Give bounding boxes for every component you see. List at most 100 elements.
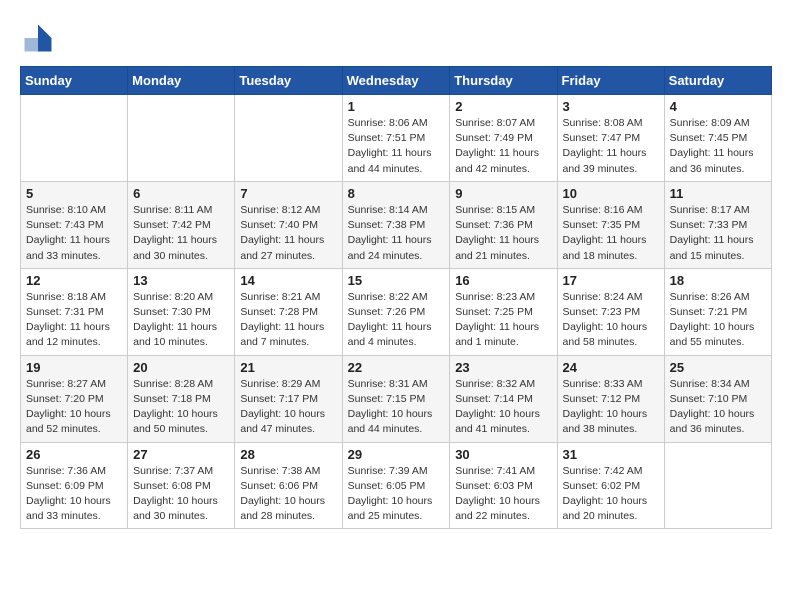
day-info: Sunrise: 8:32 AM Sunset: 7:14 PM Dayligh…: [455, 377, 551, 438]
day-cell: 25 Sunrise: 8:34 AM Sunset: 7:10 PM Dayli…: [664, 355, 771, 442]
week-row-1: 5 Sunrise: 8:10 AM Sunset: 7:43 PM Daylig…: [21, 181, 772, 268]
day-info: Sunrise: 8:28 AM Sunset: 7:18 PM Dayligh…: [133, 377, 229, 438]
day-cell: [128, 95, 235, 182]
day-info: Sunrise: 8:07 AM Sunset: 7:49 PM Dayligh…: [455, 116, 551, 177]
day-info: Sunrise: 8:16 AM Sunset: 7:35 PM Dayligh…: [563, 203, 659, 264]
day-cell: 30 Sunrise: 7:41 AM Sunset: 6:03 PM Dayli…: [450, 442, 557, 529]
day-info: Sunrise: 7:37 AM Sunset: 6:08 PM Dayligh…: [133, 464, 229, 525]
calendar-header: SundayMondayTuesdayWednesdayThursdayFrid…: [21, 67, 772, 95]
day-cell: 21Sunrise: 8:29 AM Sunset: 7:17 PM Dayli…: [235, 355, 342, 442]
calendar-body: 1 Sunrise: 8:06 AM Sunset: 7:51 PM Daylig…: [21, 95, 772, 529]
week-row-0: 1 Sunrise: 8:06 AM Sunset: 7:51 PM Daylig…: [21, 95, 772, 182]
day-cell: [235, 95, 342, 182]
logo: [20, 20, 60, 56]
day-number: 7: [240, 186, 336, 201]
day-info: Sunrise: 7:41 AM Sunset: 6:03 PM Dayligh…: [455, 464, 551, 525]
day-cell: 12Sunrise: 8:18 AM Sunset: 7:31 PM Dayli…: [21, 268, 128, 355]
day-cell: [664, 442, 771, 529]
day-cell: 2 Sunrise: 8:07 AM Sunset: 7:49 PM Daylig…: [450, 95, 557, 182]
day-number: 24: [563, 360, 659, 375]
day-number: 27: [133, 447, 229, 462]
day-cell: 20 Sunrise: 8:28 AM Sunset: 7:18 PM Dayli…: [128, 355, 235, 442]
week-row-2: 12Sunrise: 8:18 AM Sunset: 7:31 PM Dayli…: [21, 268, 772, 355]
day-info: Sunrise: 8:26 AM Sunset: 7:21 PM Dayligh…: [670, 290, 766, 351]
day-cell: 22Sunrise: 8:31 AM Sunset: 7:15 PM Dayli…: [342, 355, 450, 442]
day-cell: 17 Sunrise: 8:24 AM Sunset: 7:23 PM Dayli…: [557, 268, 664, 355]
day-info: Sunrise: 8:27 AM Sunset: 7:20 PM Dayligh…: [26, 377, 122, 438]
day-number: 2: [455, 99, 551, 114]
day-info: Sunrise: 8:21 AM Sunset: 7:28 PM Dayligh…: [240, 290, 336, 351]
day-info: Sunrise: 8:08 AM Sunset: 7:47 PM Dayligh…: [563, 116, 659, 177]
day-info: Sunrise: 8:20 AM Sunset: 7:30 PM Dayligh…: [133, 290, 229, 351]
day-cell: 8 Sunrise: 8:14 AM Sunset: 7:38 PM Daylig…: [342, 181, 450, 268]
header-thursday: Thursday: [450, 67, 557, 95]
day-cell: 7Sunrise: 8:12 AM Sunset: 7:40 PM Daylig…: [235, 181, 342, 268]
day-cell: 13 Sunrise: 8:20 AM Sunset: 7:30 PM Dayli…: [128, 268, 235, 355]
day-info: Sunrise: 8:11 AM Sunset: 7:42 PM Dayligh…: [133, 203, 229, 264]
day-number: 19: [26, 360, 122, 375]
day-number: 18: [670, 273, 766, 288]
day-cell: 26 Sunrise: 7:36 AM Sunset: 6:09 PM Dayli…: [21, 442, 128, 529]
day-number: 1: [348, 99, 445, 114]
day-number: 5: [26, 186, 122, 201]
day-number: 3: [563, 99, 659, 114]
header-saturday: Saturday: [664, 67, 771, 95]
day-cell: [21, 95, 128, 182]
day-cell: 9 Sunrise: 8:15 AM Sunset: 7:36 PM Daylig…: [450, 181, 557, 268]
day-number: 8: [348, 186, 445, 201]
day-cell: 14 Sunrise: 8:21 AM Sunset: 7:28 PM Dayli…: [235, 268, 342, 355]
day-info: Sunrise: 8:23 AM Sunset: 7:25 PM Dayligh…: [455, 290, 551, 351]
logo-icon: [20, 20, 56, 56]
day-info: Sunrise: 8:10 AM Sunset: 7:43 PM Dayligh…: [26, 203, 122, 264]
day-number: 16: [455, 273, 551, 288]
day-number: 21: [240, 360, 336, 375]
day-number: 28: [240, 447, 336, 462]
day-number: 17: [563, 273, 659, 288]
day-info: Sunrise: 8:09 AM Sunset: 7:45 PM Dayligh…: [670, 116, 766, 177]
day-cell: 5 Sunrise: 8:10 AM Sunset: 7:43 PM Daylig…: [21, 181, 128, 268]
day-info: Sunrise: 7:42 AM Sunset: 6:02 PM Dayligh…: [563, 464, 659, 525]
day-cell: 16 Sunrise: 8:23 AM Sunset: 7:25 PM Dayli…: [450, 268, 557, 355]
day-number: 14: [240, 273, 336, 288]
day-number: 13: [133, 273, 229, 288]
day-number: 4: [670, 99, 766, 114]
day-cell: 18 Sunrise: 8:26 AM Sunset: 7:21 PM Dayli…: [664, 268, 771, 355]
day-info: Sunrise: 8:34 AM Sunset: 7:10 PM Dayligh…: [670, 377, 766, 438]
day-cell: 31 Sunrise: 7:42 AM Sunset: 6:02 PM Dayli…: [557, 442, 664, 529]
day-number: 26: [26, 447, 122, 462]
day-info: Sunrise: 8:15 AM Sunset: 7:36 PM Dayligh…: [455, 203, 551, 264]
day-cell: 3 Sunrise: 8:08 AM Sunset: 7:47 PM Daylig…: [557, 95, 664, 182]
page-header: [20, 20, 772, 56]
header-wednesday: Wednesday: [342, 67, 450, 95]
day-cell: 1 Sunrise: 8:06 AM Sunset: 7:51 PM Daylig…: [342, 95, 450, 182]
day-info: Sunrise: 7:38 AM Sunset: 6:06 PM Dayligh…: [240, 464, 336, 525]
day-cell: 29Sunrise: 7:39 AM Sunset: 6:05 PM Dayli…: [342, 442, 450, 529]
day-info: Sunrise: 8:17 AM Sunset: 7:33 PM Dayligh…: [670, 203, 766, 264]
calendar-table: SundayMondayTuesdayWednesdayThursdayFrid…: [20, 66, 772, 529]
day-info: Sunrise: 8:33 AM Sunset: 7:12 PM Dayligh…: [563, 377, 659, 438]
day-number: 23: [455, 360, 551, 375]
day-number: 30: [455, 447, 551, 462]
day-number: 6: [133, 186, 229, 201]
day-number: 11: [670, 186, 766, 201]
header-row: SundayMondayTuesdayWednesdayThursdayFrid…: [21, 67, 772, 95]
day-cell: 11 Sunrise: 8:17 AM Sunset: 7:33 PM Dayli…: [664, 181, 771, 268]
header-tuesday: Tuesday: [235, 67, 342, 95]
day-number: 31: [563, 447, 659, 462]
day-number: 25: [670, 360, 766, 375]
day-info: Sunrise: 8:31 AM Sunset: 7:15 PM Dayligh…: [348, 377, 445, 438]
day-info: Sunrise: 8:24 AM Sunset: 7:23 PM Dayligh…: [563, 290, 659, 351]
day-cell: 4 Sunrise: 8:09 AM Sunset: 7:45 PM Daylig…: [664, 95, 771, 182]
day-number: 9: [455, 186, 551, 201]
day-info: Sunrise: 8:06 AM Sunset: 7:51 PM Dayligh…: [348, 116, 445, 177]
day-info: Sunrise: 7:36 AM Sunset: 6:09 PM Dayligh…: [26, 464, 122, 525]
day-info: Sunrise: 8:14 AM Sunset: 7:38 PM Dayligh…: [348, 203, 445, 264]
header-friday: Friday: [557, 67, 664, 95]
week-row-3: 19 Sunrise: 8:27 AM Sunset: 7:20 PM Dayli…: [21, 355, 772, 442]
day-info: Sunrise: 8:18 AM Sunset: 7:31 PM Dayligh…: [26, 290, 122, 351]
day-cell: 6 Sunrise: 8:11 AM Sunset: 7:42 PM Daylig…: [128, 181, 235, 268]
day-cell: 27 Sunrise: 7:37 AM Sunset: 6:08 PM Dayli…: [128, 442, 235, 529]
day-info: Sunrise: 8:22 AM Sunset: 7:26 PM Dayligh…: [348, 290, 445, 351]
day-number: 20: [133, 360, 229, 375]
day-cell: 24 Sunrise: 8:33 AM Sunset: 7:12 PM Dayli…: [557, 355, 664, 442]
